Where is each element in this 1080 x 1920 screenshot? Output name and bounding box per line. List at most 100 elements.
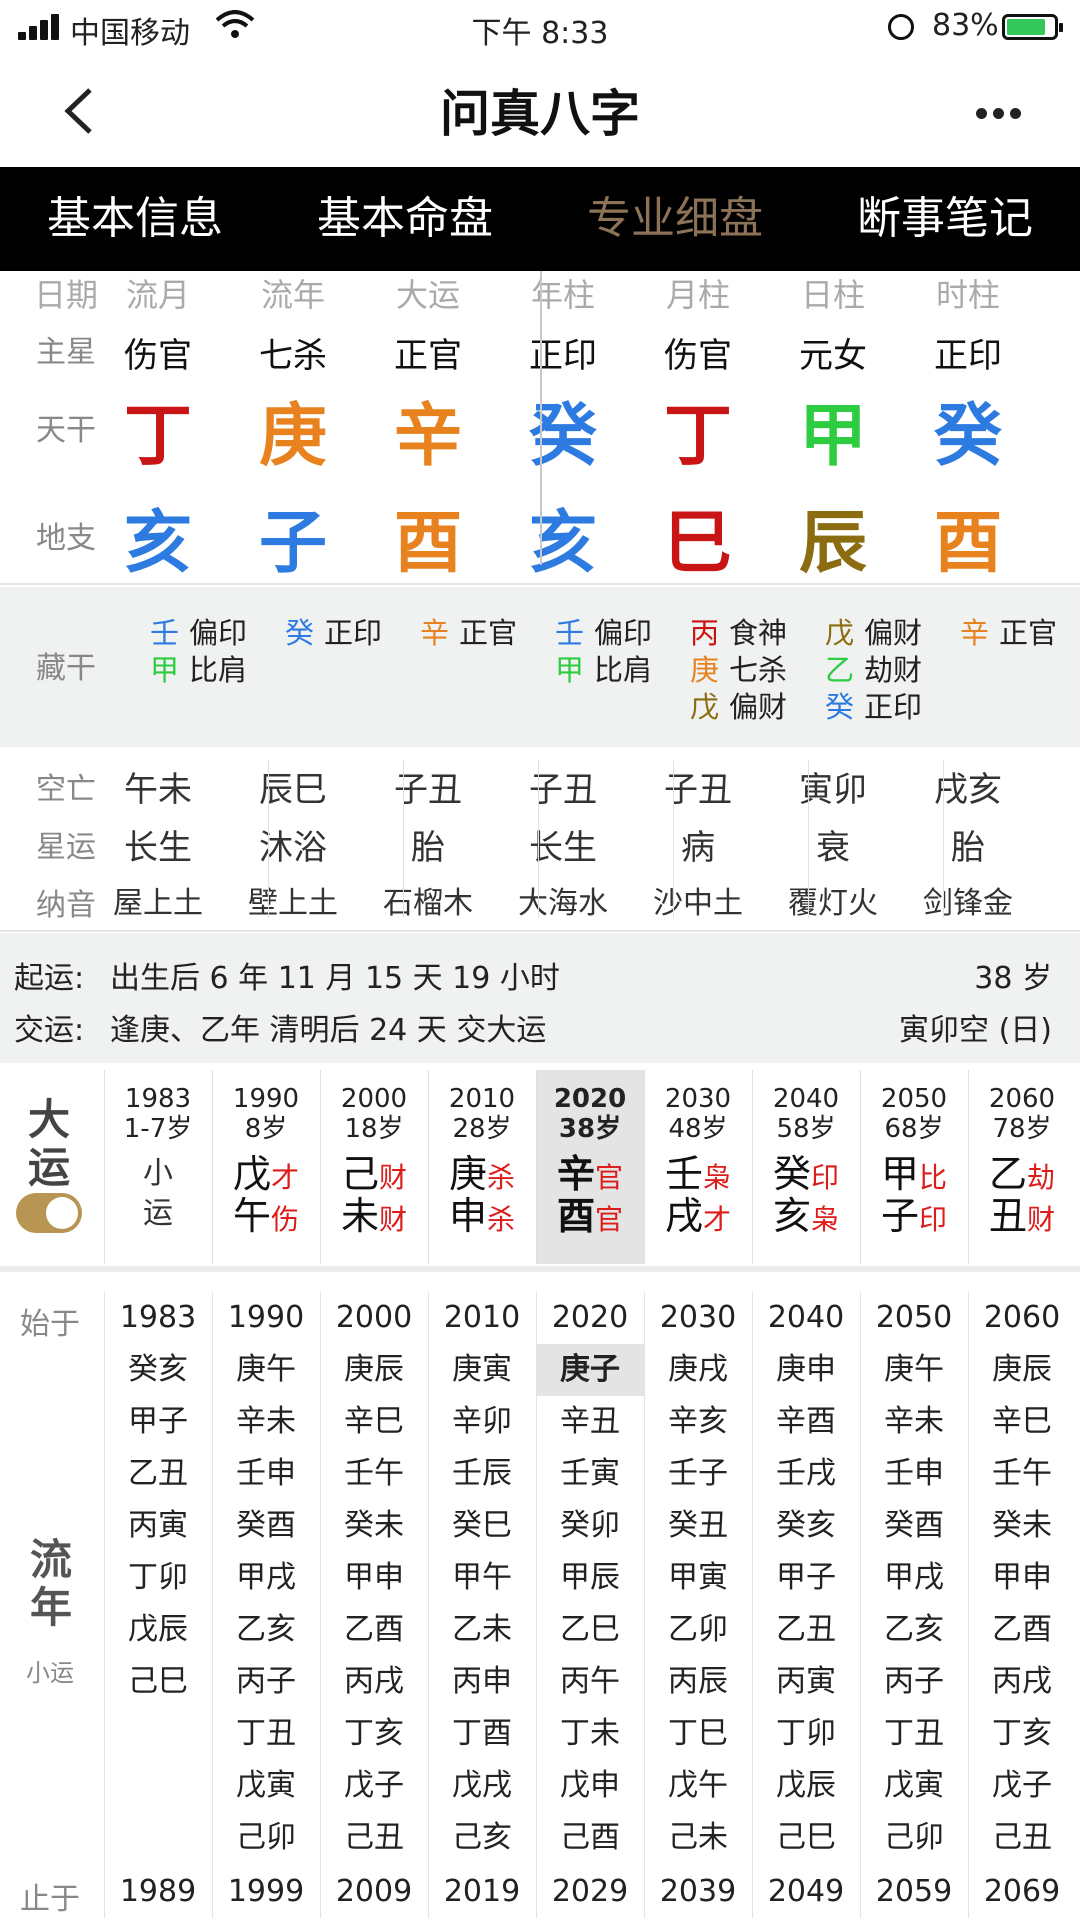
liunian-year[interactable]: 癸亥	[104, 1344, 212, 1396]
liunian-year[interactable]: 壬午	[968, 1448, 1076, 1500]
liunian-year[interactable]: 己未	[644, 1812, 752, 1864]
dayun-column[interactable]: 2000 18岁 己财 未财	[320, 1070, 428, 1264]
liunian-year[interactable]: 庚辰	[320, 1344, 428, 1396]
liunian-year[interactable]: 戊子	[968, 1760, 1076, 1812]
dayun-column[interactable]: 1983 1-7岁小运	[104, 1070, 212, 1264]
liunian-year[interactable]: 丁丑	[860, 1708, 968, 1760]
liunian-year[interactable]: 己酉	[536, 1812, 644, 1864]
liunian-year[interactable]: 己巳	[752, 1812, 860, 1864]
liunian-year[interactable]: 戊寅	[860, 1760, 968, 1812]
liunian-year[interactable]: 戊辰	[104, 1604, 212, 1656]
liunian-year[interactable]: 己丑	[968, 1812, 1076, 1864]
liunian-year[interactable]: 辛未	[860, 1396, 968, 1448]
liunian-year[interactable]: 甲子	[104, 1396, 212, 1448]
dayun-toggle[interactable]	[16, 1193, 82, 1233]
liunian-year[interactable]: 乙丑	[752, 1604, 860, 1656]
liunian-year[interactable]: 乙酉	[320, 1604, 428, 1656]
liunian-year[interactable]: 甲戌	[860, 1552, 968, 1604]
tab-pro-chart[interactable]: 专业细盘	[540, 167, 810, 271]
liunian-year[interactable]: 乙巳	[536, 1604, 644, 1656]
liunian-year[interactable]: 辛巳	[968, 1396, 1076, 1448]
liunian-year[interactable]: 辛未	[212, 1396, 320, 1448]
liunian-year[interactable]: 戊戌	[428, 1760, 536, 1812]
liunian-year[interactable]: 辛丑	[536, 1396, 644, 1448]
liunian-year[interactable]: 癸亥	[752, 1500, 860, 1552]
dayun-column[interactable]: 2020 38岁 辛官 酉官	[536, 1070, 644, 1264]
liunian-year[interactable]: 丁亥	[320, 1708, 428, 1760]
liunian-year[interactable]: 丙戌	[968, 1656, 1076, 1708]
liunian-year[interactable]: 甲申	[320, 1552, 428, 1604]
liunian-year[interactable]: 丁酉	[428, 1708, 536, 1760]
liunian-year[interactable]: 丙子	[860, 1656, 968, 1708]
liunian-year[interactable]: 丁未	[536, 1708, 644, 1760]
liunian-year[interactable]: 乙亥	[860, 1604, 968, 1656]
liunian-year[interactable]: 壬申	[860, 1448, 968, 1500]
liunian-year[interactable]: 壬寅	[536, 1448, 644, 1500]
liunian-year[interactable]: 丙子	[212, 1656, 320, 1708]
liunian-year[interactable]: 癸酉	[212, 1500, 320, 1552]
liunian-year[interactable]: 乙卯	[644, 1604, 752, 1656]
liunian-year[interactable]: 癸卯	[536, 1500, 644, 1552]
liunian-year[interactable]: 庚子	[536, 1344, 644, 1396]
liunian-year[interactable]: 乙亥	[212, 1604, 320, 1656]
liunian-year[interactable]: 己卯	[212, 1812, 320, 1864]
liunian-year[interactable]: 庚寅	[428, 1344, 536, 1396]
liunian-year[interactable]: 甲戌	[212, 1552, 320, 1604]
liunian-year[interactable]: 戊辰	[752, 1760, 860, 1812]
liunian-year[interactable]: 乙未	[428, 1604, 536, 1656]
liunian-year[interactable]: 甲子	[752, 1552, 860, 1604]
liunian-year[interactable]: 戊子	[320, 1760, 428, 1812]
liunian-year[interactable]: 丙寅	[752, 1656, 860, 1708]
liunian-year[interactable]: 丁卯	[752, 1708, 860, 1760]
liunian-year[interactable]: 庚戌	[644, 1344, 752, 1396]
liunian-year[interactable]: 癸巳	[428, 1500, 536, 1552]
liunian-year[interactable]: 庚辰	[968, 1344, 1076, 1396]
liunian-year[interactable]: 丁巳	[644, 1708, 752, 1760]
liunian-year[interactable]: 庚午	[860, 1344, 968, 1396]
liunian-year[interactable]: 壬午	[320, 1448, 428, 1500]
liunian-year[interactable]: 辛巳	[320, 1396, 428, 1448]
liunian-year[interactable]: 甲寅	[644, 1552, 752, 1604]
liunian-year[interactable]: 辛卯	[428, 1396, 536, 1448]
liunian-year[interactable]: 甲辰	[536, 1552, 644, 1604]
liunian-year[interactable]: 壬申	[212, 1448, 320, 1500]
liunian-year[interactable]: 癸未	[320, 1500, 428, 1552]
liunian-year[interactable]: 癸丑	[644, 1500, 752, 1552]
liunian-year[interactable]: 庚午	[212, 1344, 320, 1396]
liunian-year[interactable]: 辛酉	[752, 1396, 860, 1448]
dayun-column[interactable]: 2060 78岁 乙劫 丑财	[968, 1070, 1076, 1264]
liunian-year[interactable]: 癸酉	[860, 1500, 968, 1552]
liunian-year[interactable]: 乙酉	[968, 1604, 1076, 1656]
liunian-year[interactable]: 丙申	[428, 1656, 536, 1708]
liunian-year[interactable]: 丙戌	[320, 1656, 428, 1708]
tab-basic-chart[interactable]: 基本命盘	[270, 167, 540, 271]
liunian-year[interactable]: 庚申	[752, 1344, 860, 1396]
liunian-year[interactable]: 壬子	[644, 1448, 752, 1500]
liunian-year[interactable]: 己亥	[428, 1812, 536, 1864]
liunian-year[interactable]: 乙丑	[104, 1448, 212, 1500]
dayun-column[interactable]: 2050 68岁 甲比 子印	[860, 1070, 968, 1264]
liunian-year[interactable]: 丙午	[536, 1656, 644, 1708]
liunian-year[interactable]: 壬戌	[752, 1448, 860, 1500]
dayun-column[interactable]: 2030 48岁 壬枭 戌才	[644, 1070, 752, 1264]
liunian-year[interactable]: 壬辰	[428, 1448, 536, 1500]
dayun-column[interactable]: 1990 8岁 戊才 午伤	[212, 1070, 320, 1264]
liunian-year[interactable]: 丙辰	[644, 1656, 752, 1708]
liunian-year[interactable]: 丁丑	[212, 1708, 320, 1760]
liunian-year[interactable]: 癸未	[968, 1500, 1076, 1552]
dayun-column[interactable]: 2040 58岁 癸印 亥枭	[752, 1070, 860, 1264]
tab-notes[interactable]: 断事笔记	[810, 167, 1080, 271]
liunian-year[interactable]: 己丑	[320, 1812, 428, 1864]
liunian-year[interactable]: 丙寅	[104, 1500, 212, 1552]
more-icon[interactable]	[976, 104, 1027, 123]
dayun-column[interactable]: 2010 28岁 庚杀 申杀	[428, 1070, 536, 1264]
liunian-year[interactable]: 戊申	[536, 1760, 644, 1812]
liunian-year[interactable]: 甲午	[428, 1552, 536, 1604]
liunian-year[interactable]: 戊寅	[212, 1760, 320, 1812]
liunian-year[interactable]: 辛亥	[644, 1396, 752, 1448]
liunian-year[interactable]: 丁亥	[968, 1708, 1076, 1760]
liunian-year[interactable]: 己卯	[860, 1812, 968, 1864]
tab-basic-info[interactable]: 基本信息	[0, 167, 270, 271]
liunian-year[interactable]: 甲申	[968, 1552, 1076, 1604]
liunian-year[interactable]: 戊午	[644, 1760, 752, 1812]
